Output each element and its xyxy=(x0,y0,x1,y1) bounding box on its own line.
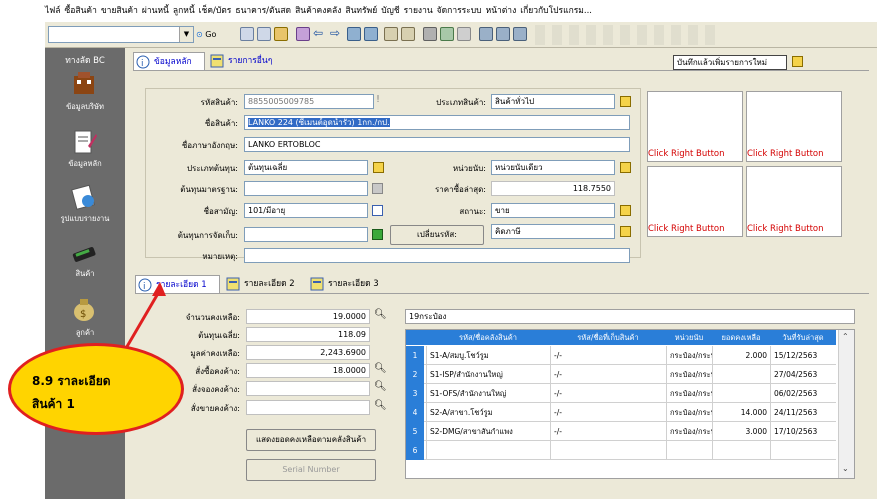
callout-line-1: 8.9 ราละเอียด xyxy=(32,374,111,388)
callout-line-2: สินค้า 1 xyxy=(32,397,75,411)
